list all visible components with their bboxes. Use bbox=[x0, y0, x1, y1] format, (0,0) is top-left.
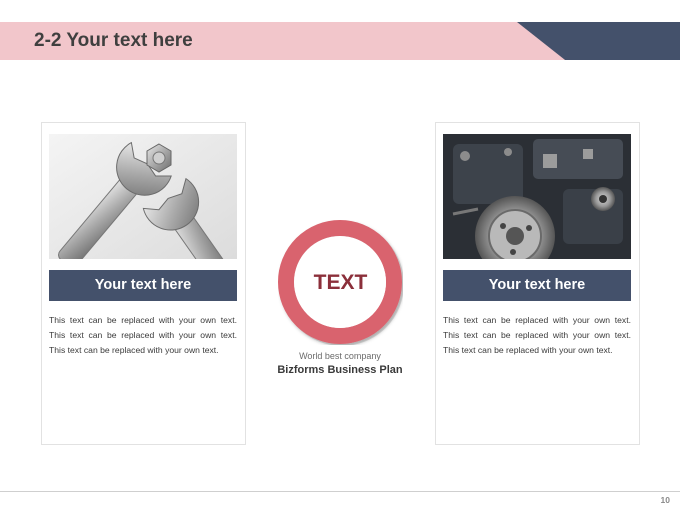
right-card-body: This text can be replaced with your own … bbox=[443, 315, 631, 355]
footer-divider bbox=[0, 491, 680, 492]
wrench-image bbox=[49, 134, 237, 259]
left-card: Your text here This text can be replaced… bbox=[41, 122, 246, 445]
company-name: Bizforms Business Plan bbox=[277, 364, 403, 376]
company-tagline: World best company bbox=[299, 351, 381, 361]
page-number: 10 bbox=[660, 495, 670, 505]
left-card-body: This text can be replaced with your own … bbox=[49, 315, 237, 355]
left-card-banner: Your text here bbox=[49, 270, 237, 301]
wrench-illustration bbox=[49, 134, 237, 259]
ring-label: TEXT bbox=[313, 271, 368, 294]
right-card-banner: Your text here bbox=[443, 270, 631, 301]
engine-image bbox=[443, 134, 631, 259]
engine-illustration bbox=[443, 134, 631, 259]
right-card: Your text here This text can be replaced… bbox=[435, 122, 640, 445]
center-ring: TEXT bbox=[278, 220, 404, 346]
page-title: 2-2 Your text here bbox=[34, 30, 193, 51]
